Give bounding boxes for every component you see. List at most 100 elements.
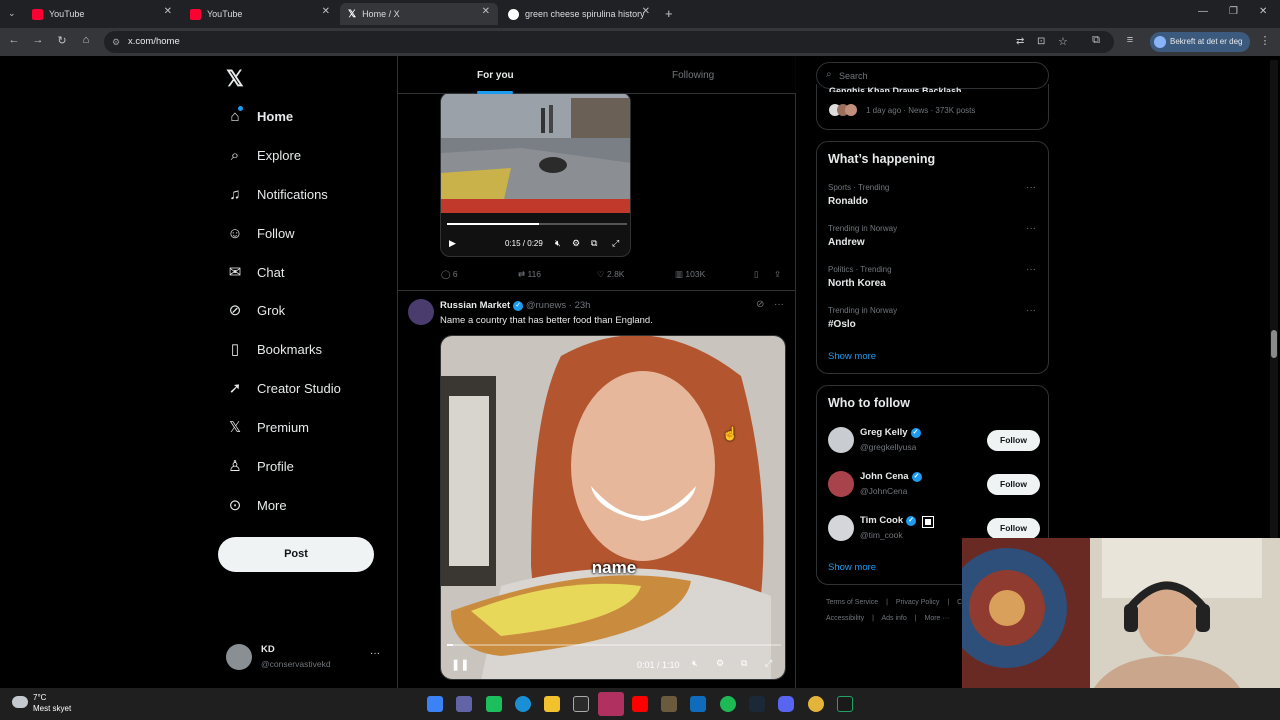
sidebar-item-bookmarks[interactable]: ▯ Bookmarks xyxy=(226,337,322,361)
media-control-icon[interactable]: ≡ xyxy=(1122,34,1138,46)
more-icon[interactable]: ··· xyxy=(1026,305,1036,316)
weather-icon[interactable] xyxy=(12,696,28,708)
sidebar-item-profile[interactable]: ♙ Profile xyxy=(226,454,294,478)
app-icon[interactable] xyxy=(661,696,677,712)
avatar[interactable] xyxy=(408,299,434,325)
footer-link[interactable]: Privacy Policy xyxy=(896,599,940,606)
tab-for-you[interactable]: For you xyxy=(477,70,514,81)
profile-button[interactable]: Bekreft at det er deg xyxy=(1150,32,1250,52)
site-info-icon[interactable]: ⚙ xyxy=(112,31,120,53)
excel-icon[interactable] xyxy=(837,696,853,712)
teams-icon[interactable] xyxy=(456,696,472,712)
progress-bar-track[interactable] xyxy=(539,223,627,225)
weather-desc[interactable]: Mest skyet xyxy=(33,704,71,713)
follow-button[interactable]: Follow xyxy=(987,474,1040,495)
scrollbar-thumb[interactable] xyxy=(1271,330,1277,358)
sidebar-item-follow[interactable]: ☺ Follow xyxy=(226,221,294,245)
author-handle[interactable]: @runews xyxy=(526,300,566,311)
sidebar-item-grok[interactable]: ⊘ Grok xyxy=(226,298,285,322)
address-bar[interactable]: ⚙ x.com/home ⇄ ⊡ ☆ xyxy=(104,31,1114,53)
chrome-icon[interactable] xyxy=(808,696,824,712)
mute-icon[interactable]: 🔇︎ xyxy=(692,658,698,669)
steam-icon[interactable] xyxy=(749,696,765,712)
trend-item[interactable]: Trending in Norway Andrew ··· xyxy=(817,221,1048,257)
home-browser-icon[interactable]: ⌂ xyxy=(78,34,94,46)
share-button[interactable]: ⇪ xyxy=(774,269,781,280)
bookmark-button[interactable]: ▯ xyxy=(754,269,759,280)
follow-suggestion[interactable]: John Cena ✓ @JohnCena Follow xyxy=(817,468,1048,504)
close-icon[interactable]: ✕ xyxy=(164,6,172,17)
follow-button[interactable]: Follow xyxy=(987,430,1040,451)
author-name[interactable]: Russian Market xyxy=(440,300,510,311)
sidebar-item-chat[interactable]: ✉ Chat xyxy=(226,260,285,284)
trend-item[interactable]: Politics · Trending North Korea ··· xyxy=(817,262,1048,298)
reply-button[interactable]: ◯ 6 xyxy=(441,269,458,280)
sidebar-item-explore[interactable]: ⌕ Explore xyxy=(226,143,301,167)
more-icon[interactable]: ··· xyxy=(1026,264,1036,275)
trend-item[interactable]: Sports · Trending Ronaldo ··· xyxy=(817,180,1048,216)
spotify-icon[interactable] xyxy=(720,696,736,712)
follow-button[interactable]: Follow xyxy=(987,518,1040,539)
youtube-icon[interactable] xyxy=(632,696,648,712)
footer-link[interactable]: Ads info xyxy=(881,615,906,622)
sidebar-item-more[interactable]: ⊙ More xyxy=(226,493,287,517)
close-window-icon[interactable]: ✕ xyxy=(1259,6,1267,17)
tab-google-search[interactable]: green cheese spirulina history ✕ xyxy=(500,3,658,25)
weather-temp[interactable]: 7°C xyxy=(33,693,46,702)
repost-button[interactable]: ⇄ 116 xyxy=(518,269,541,280)
more-icon[interactable]: ··· xyxy=(774,299,784,310)
settings-icon[interactable]: ⚙ xyxy=(716,658,724,669)
mute-icon[interactable]: 🔇︎ xyxy=(555,238,561,249)
show-more-link[interactable]: Show more xyxy=(828,351,876,362)
follow-suggestion[interactable]: Greg Kelly ✓ @gregkellyusa Follow xyxy=(817,424,1048,460)
close-icon[interactable]: ✕ xyxy=(642,6,650,17)
views-button[interactable]: ▥ 103K xyxy=(675,269,705,280)
pip-icon[interactable]: ⧉ xyxy=(741,658,747,669)
tab-youtube-1[interactable]: YouTube ✕ xyxy=(24,3,180,25)
new-tab-icon[interactable]: + xyxy=(665,6,673,21)
forward-icon[interactable]: → xyxy=(30,34,46,46)
settings-icon[interactable]: ⚙ xyxy=(572,238,580,249)
install-icon[interactable]: ⊡ xyxy=(1037,31,1045,53)
tab-youtube-2[interactable]: YouTube ✕ xyxy=(182,3,338,25)
post-button[interactable]: Post xyxy=(218,537,374,572)
tab-search-icon[interactable]: ⌄ xyxy=(8,8,16,19)
sidebar-item-notifications[interactable]: ♫ Notifications xyxy=(226,182,327,206)
x-logo-icon[interactable]: 𝕏 xyxy=(226,66,244,92)
like-button[interactable]: ♡ 2.8K xyxy=(597,269,624,280)
grok-icon[interactable]: ⊘ xyxy=(756,299,764,310)
tab-following[interactable]: Following xyxy=(672,70,714,81)
windows-start-icon[interactable] xyxy=(427,696,443,712)
file-explorer-icon[interactable] xyxy=(544,696,560,712)
more-icon[interactable]: ··· xyxy=(1026,223,1036,234)
reload-icon[interactable]: ↻ xyxy=(54,34,70,47)
fullscreen-icon[interactable]: ⤢ xyxy=(612,238,619,249)
footer-link[interactable]: Accessibility xyxy=(826,615,864,622)
progress-bar-track[interactable] xyxy=(453,644,781,646)
search-input[interactable]: Search xyxy=(839,71,868,81)
video-player[interactable]: ▶ 0:15 / 0:29 🔇︎ ⚙ ⧉ ⤢ xyxy=(440,92,631,257)
tab-home-x[interactable]: 𝕏 Home / X ✕ xyxy=(340,3,498,25)
more-icon[interactable]: ··· xyxy=(370,648,380,659)
pip-icon[interactable]: ⧉ xyxy=(591,238,597,249)
translate-icon[interactable]: ⇄ xyxy=(1016,31,1024,53)
sidebar-item-creator-studio[interactable]: ➚ Creator Studio xyxy=(226,376,341,400)
fullscreen-icon[interactable]: ⤢ xyxy=(765,658,772,669)
sidebar-item-premium[interactable]: 𝕏 Premium xyxy=(226,415,309,439)
menu-icon[interactable]: ⋮ xyxy=(1257,34,1273,47)
app-icon[interactable] xyxy=(598,692,624,716)
minimize-icon[interactable]: — xyxy=(1198,6,1208,17)
post-time[interactable]: 23h xyxy=(575,300,591,311)
sidebar-item-home[interactable]: ⌂ Home xyxy=(226,104,293,128)
outlook-icon[interactable] xyxy=(690,696,706,712)
more-icon[interactable]: ··· xyxy=(1026,182,1036,193)
store-icon[interactable] xyxy=(573,696,589,712)
show-more-link[interactable]: Show more xyxy=(828,562,876,573)
play-icon[interactable]: ▶ xyxy=(449,238,456,249)
footer-link[interactable]: More ··· xyxy=(925,615,950,622)
footer-link[interactable]: Terms of Service xyxy=(826,599,878,606)
discord-icon[interactable] xyxy=(778,696,794,712)
close-icon[interactable]: ✕ xyxy=(482,6,490,17)
extensions-icon[interactable]: ⧉ xyxy=(1088,34,1104,47)
edge-icon[interactable] xyxy=(515,696,531,712)
